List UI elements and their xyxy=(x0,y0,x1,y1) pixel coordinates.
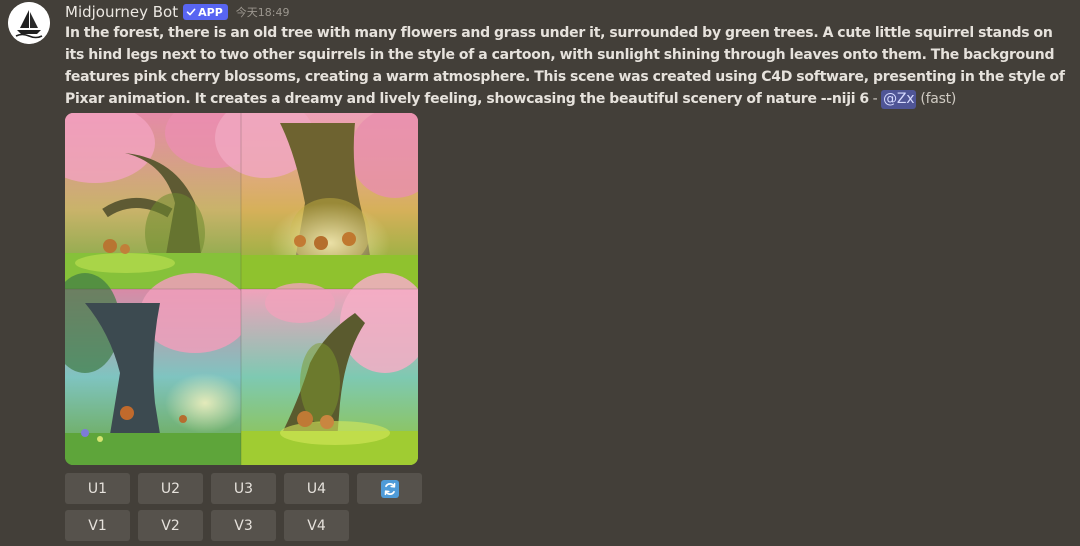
image-tile-3 xyxy=(65,273,250,465)
generated-image-grid[interactable] xyxy=(65,113,418,465)
variation-4-button[interactable]: V4 xyxy=(284,510,349,541)
timestamp: 今天18:49 xyxy=(235,6,290,19)
refresh-icon xyxy=(380,479,399,498)
upscale-2-button[interactable]: U2 xyxy=(138,473,203,504)
generation-mode: (fast) xyxy=(920,91,957,107)
image-tile-4 xyxy=(241,273,418,465)
variation-3-button[interactable]: V3 xyxy=(211,510,276,541)
upscale-row: U1 U2 U3 U4 xyxy=(65,473,422,504)
bot-avatar[interactable] xyxy=(8,2,50,44)
app-badge: APP xyxy=(183,4,228,20)
variation-1-button[interactable]: V1 xyxy=(65,510,130,541)
message-content: In the forest, there is an old tree with… xyxy=(65,22,1073,110)
message-header: Midjourney Bot APP 今天18:49 xyxy=(65,2,289,22)
midjourney-boat-icon xyxy=(8,2,50,44)
app-badge-label: APP xyxy=(198,5,223,19)
upscale-3-button[interactable]: U3 xyxy=(211,473,276,504)
chat-message: Midjourney Bot APP 今天18:49 In the forest… xyxy=(0,0,1080,546)
separator: - xyxy=(868,91,882,107)
checkmark-icon xyxy=(186,8,196,16)
variation-row: V1 V2 V3 V4 xyxy=(65,510,422,541)
action-buttons: U1 U2 U3 U4 V1 V2 V3 V4 xyxy=(65,473,422,546)
variation-2-button[interactable]: V2 xyxy=(138,510,203,541)
upscale-4-button[interactable]: U4 xyxy=(284,473,349,504)
user-mention[interactable]: @Zx xyxy=(881,90,917,109)
reroll-button[interactable] xyxy=(357,473,422,504)
upscale-1-button[interactable]: U1 xyxy=(65,473,130,504)
username[interactable]: Midjourney Bot xyxy=(65,3,178,21)
image-tile-2 xyxy=(215,113,418,289)
